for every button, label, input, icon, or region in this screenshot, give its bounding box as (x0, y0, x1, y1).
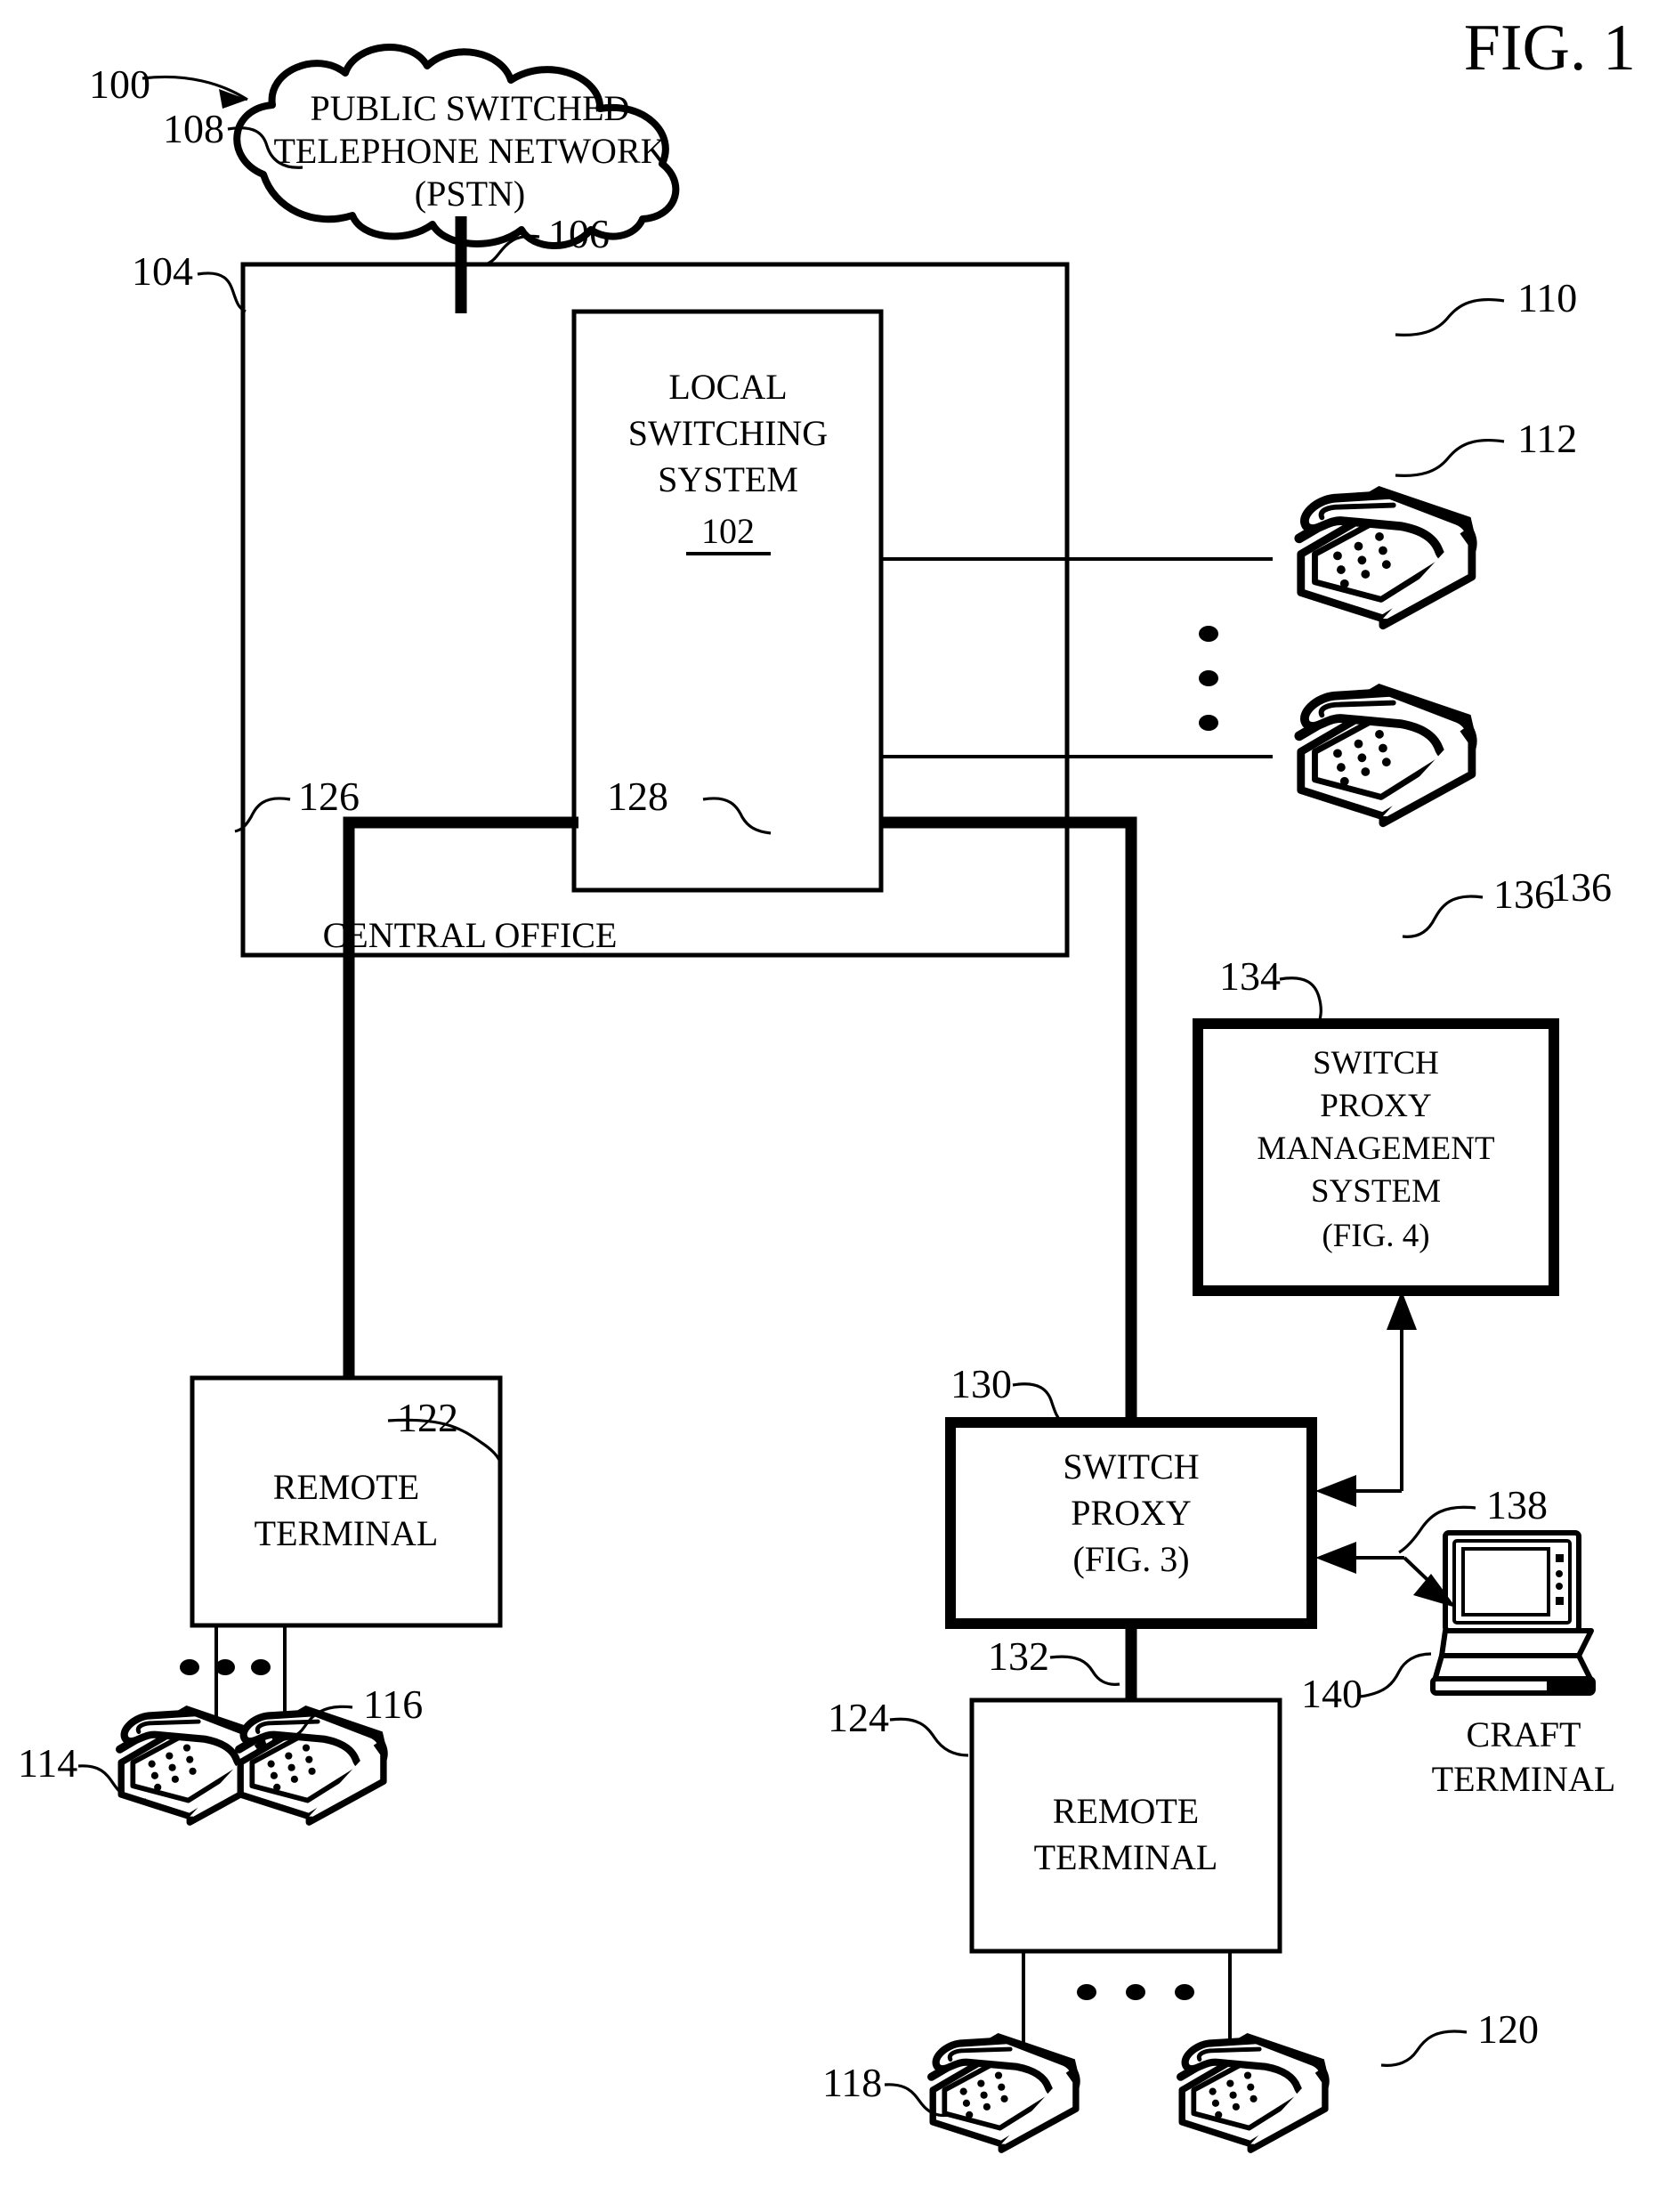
figure-label: FIG. 1 (1464, 12, 1636, 85)
rt122-line-1: REMOTE (273, 1467, 419, 1507)
ref-138: 138 (1486, 1482, 1548, 1527)
telephone-118 (932, 2038, 1077, 2150)
ref-128: 128 (607, 774, 668, 819)
ref-106: 106 (548, 211, 610, 256)
ref-120: 120 (1477, 2006, 1539, 2052)
ref-132: 132 (988, 1633, 1049, 1679)
telephone-120 (1181, 2038, 1326, 2150)
pstn-line-3: (PSTN) (415, 174, 525, 214)
craft-terminal-arrow (1315, 1542, 1456, 1608)
connection-128 (879, 816, 1137, 1421)
rt124-line-2: TERMINAL (1034, 1837, 1218, 1877)
craft-terminal-laptop (1433, 1533, 1593, 1693)
spms-line-4: SYSTEM (1311, 1173, 1441, 1210)
ref-116: 116 (363, 1681, 423, 1727)
pstn-line-2: TELEPHONE NETWORK (273, 131, 666, 171)
spms-line-2: PROXY (1320, 1088, 1431, 1124)
lss-line-2: SWITCHING (628, 413, 828, 453)
ref-100: 100 (89, 61, 150, 107)
connection-126 (343, 816, 578, 1380)
craft-terminal-line-1: CRAFT (1467, 1714, 1581, 1754)
ref-124: 124 (828, 1695, 889, 1740)
ref-110: 110 (1517, 275, 1577, 320)
ref-136: 136 (1550, 864, 1612, 910)
ref-136-text: 136 (1493, 871, 1555, 917)
spms-line-1: SWITCH (1313, 1045, 1439, 1082)
telephone-110 (1299, 491, 1473, 626)
connection-136 (1315, 1291, 1417, 1507)
spms-line-3: MANAGEMENT (1257, 1130, 1494, 1167)
lss-ref-102: 102 (701, 511, 755, 551)
ref-108: 108 (163, 106, 224, 151)
craft-terminal-line-2: TERMINAL (1432, 1759, 1616, 1799)
lss-line-1: LOCAL (668, 367, 787, 407)
lss-line-3: SYSTEM (658, 459, 798, 499)
ref-114: 114 (18, 1740, 77, 1786)
rt124-line-1: REMOTE (1053, 1791, 1199, 1831)
ref-134: 134 (1219, 953, 1281, 999)
pstn-line-1: PUBLIC SWITCHED (311, 88, 630, 128)
central-office-box (240, 262, 1070, 958)
ref-126: 126 (298, 774, 360, 819)
ref-130: 130 (950, 1361, 1012, 1406)
ref-104: 104 (132, 248, 193, 294)
rt124-ellipsis (1077, 1984, 1194, 2000)
ref-122: 122 (397, 1395, 458, 1440)
switch-proxy-line-3: (FIG. 3) (1072, 1539, 1189, 1579)
ref-118: 118 (822, 2060, 882, 2105)
patent-figure-1: FIG. 1 100 PUBLIC SWITCHED TELEPHONE NET… (0, 0, 1658, 2212)
spms-line-5: (FIG. 4) (1322, 1218, 1429, 1254)
ref-136-group: 136 (1402, 871, 1555, 938)
subscriber-ellipsis (1199, 626, 1218, 731)
central-office-label: CENTRAL OFFICE (323, 915, 618, 955)
ref-140: 140 (1301, 1671, 1363, 1716)
ref-112: 112 (1517, 416, 1577, 461)
rt122-ellipsis (180, 1659, 271, 1675)
switch-proxy-line-2: PROXY (1071, 1493, 1192, 1533)
switch-proxy-line-1: SWITCH (1063, 1446, 1199, 1487)
rt122-line-2: TERMINAL (255, 1513, 439, 1553)
telephone-112 (1299, 689, 1473, 823)
